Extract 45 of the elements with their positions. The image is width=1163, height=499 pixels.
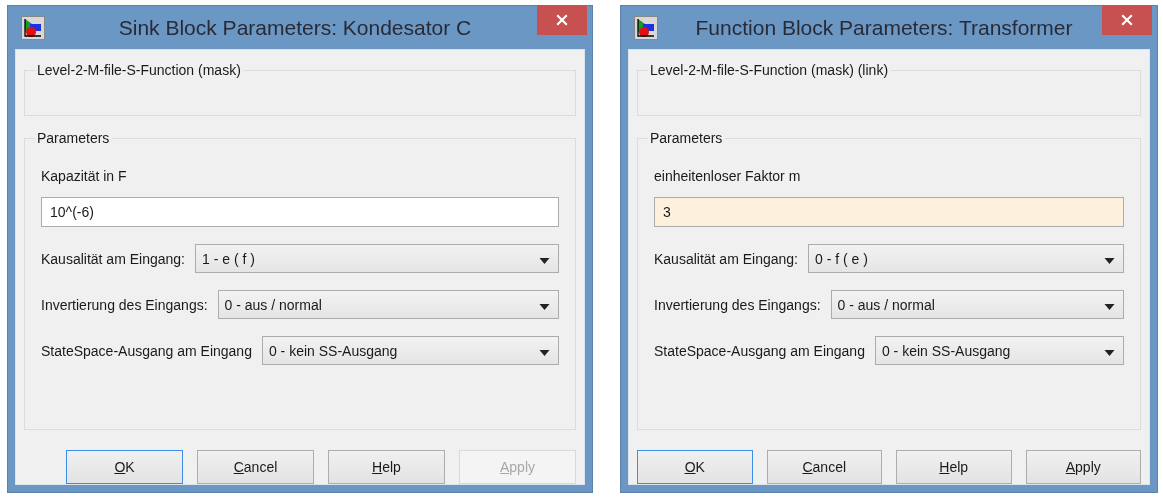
dropdown[interactable]: 0 - kein SS-Ausgang: [874, 336, 1124, 365]
dropdown-value: 0 - aus / normal: [837, 296, 935, 313]
dropdown-label: Kausalität am Eingang:: [41, 250, 185, 267]
close-icon: [1121, 14, 1133, 26]
block-icon: [634, 15, 658, 40]
close-button[interactable]: [537, 5, 587, 35]
dropdown-value: 0 - f ( e ): [815, 250, 868, 267]
close-button[interactable]: [1102, 5, 1152, 35]
dropdown[interactable]: 0 - aus / normal: [830, 290, 1124, 319]
dropdown-arrow-icon: [539, 349, 550, 356]
group-title: Level-2-M-file-S-Function (mask) (link): [648, 61, 892, 79]
dialog-button[interactable]: Cancel: [766, 450, 882, 484]
dropdown-label: Invertierung des Eingangs:: [41, 296, 208, 313]
dropdown[interactable]: 0 - kein SS-Ausgang: [261, 336, 559, 365]
dropdown-arrow-icon: [1104, 257, 1115, 264]
dropdown[interactable]: 0 - f ( e ): [808, 244, 1124, 273]
dialog-button[interactable]: OK: [637, 450, 753, 484]
group-title: Level-2-M-file-S-Function (mask): [35, 61, 244, 79]
field-label: einheitenloser Faktor m: [654, 167, 802, 185]
dropdown-value: 0 - kein SS-Ausgang: [881, 342, 1011, 359]
dropdown[interactable]: 0 - aus / normal: [217, 290, 559, 319]
dropdown[interactable]: 1 - e ( f ): [195, 244, 559, 273]
dropdown-value: 1 - e ( f ): [202, 250, 255, 267]
dropdown-arrow-icon: [1104, 303, 1115, 310]
dialog-button[interactable]: Help: [328, 450, 445, 484]
close-icon: [556, 14, 568, 26]
dropdown-value: 0 - aus / normal: [224, 296, 322, 313]
window-title: Function Block Parameters: Transformer: [694, 15, 1074, 40]
dropdown-label: Invertierung des Eingangs:: [654, 296, 821, 313]
input-field[interactable]: 10^(-6): [41, 197, 559, 227]
dialog-button[interactable]: Cancel: [197, 450, 314, 484]
dialog-button[interactable]: OK: [66, 450, 183, 484]
dropdown-arrow-icon: [539, 257, 550, 264]
dropdown-label: StateSpace-Ausgang am Eingang: [41, 342, 252, 359]
window-title: Sink Block Parameters: Kondesator C: [117, 15, 473, 40]
dialog-button[interactable]: Apply: [1025, 450, 1141, 484]
dropdown-arrow-icon: [1104, 349, 1115, 356]
dropdown-label: Kausalität am Eingang:: [654, 250, 798, 267]
input-field[interactable]: 3: [654, 197, 1124, 227]
field-label: Kapazität in F: [41, 167, 128, 185]
dropdown-arrow-icon: [539, 303, 550, 310]
dialog-button[interactable]: Help: [896, 450, 1012, 484]
dropdown-label: StateSpace-Ausgang am Eingang: [654, 342, 865, 359]
block-icon: [21, 15, 45, 40]
dropdown-value: 0 - kein SS-Ausgang: [268, 342, 398, 359]
